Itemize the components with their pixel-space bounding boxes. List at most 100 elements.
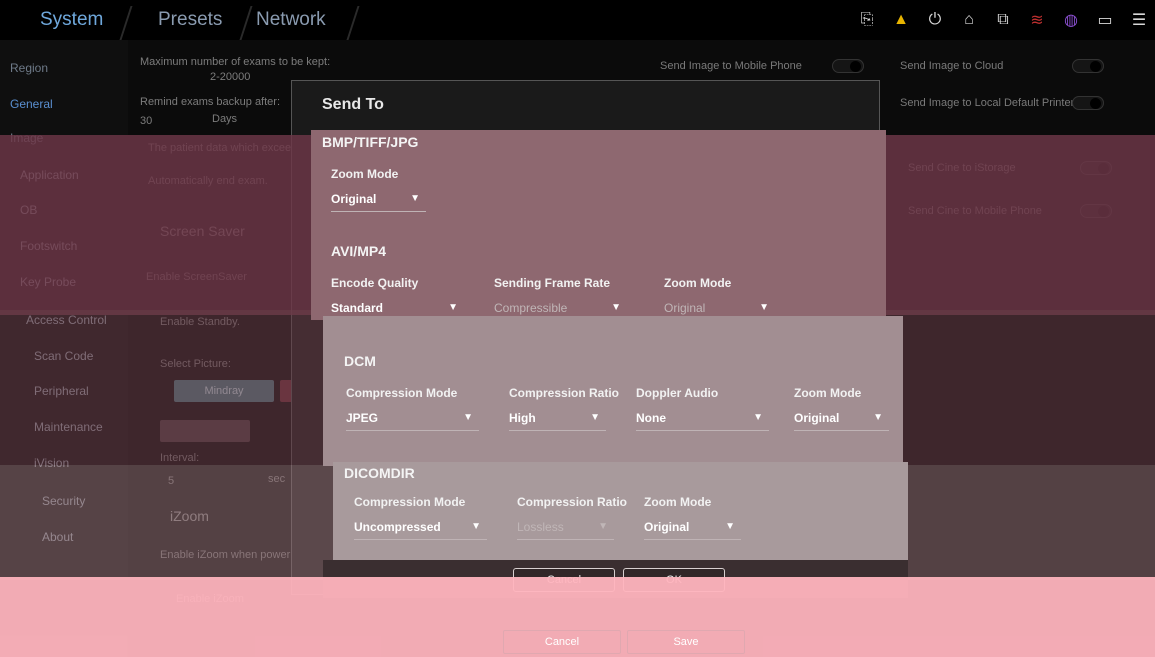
chevron-down-icon: ▼ bbox=[448, 302, 458, 313]
doppler-audio-value: None bbox=[636, 411, 666, 425]
interval-label: Interval: bbox=[160, 452, 200, 464]
dialog-ok-button[interactable]: OK bbox=[623, 568, 725, 592]
dialog-cancel-button[interactable]: Cancel bbox=[513, 568, 615, 592]
dcm-comp-mode-value: JPEG bbox=[346, 411, 379, 425]
tab-network[interactable]: Network bbox=[256, 0, 326, 40]
enable-izoom-label: Enable iZoom bbox=[176, 593, 244, 605]
picture-select-button[interactable] bbox=[160, 420, 250, 442]
dcm-comp-mode-label: Compression Mode bbox=[346, 386, 458, 400]
bmp-group-title: BMP/TIFF/JPG bbox=[322, 134, 419, 150]
tab-divider bbox=[239, 6, 253, 40]
dialog-title: Send To bbox=[322, 96, 384, 113]
remind-backup-input[interactable]: 30 bbox=[140, 115, 152, 127]
interval-input[interactable]: 5 bbox=[168, 475, 174, 487]
tab-system[interactable]: System bbox=[40, 0, 103, 40]
tab-presets[interactable]: Presets bbox=[158, 0, 222, 40]
dicomdir-zoom-label: Zoom Mode bbox=[644, 495, 712, 509]
chevron-down-icon: ▼ bbox=[590, 412, 600, 423]
send-cine-mobile-label: Send Cine to Mobile Phone bbox=[908, 205, 1042, 217]
sidebar-item-peripheral[interactable]: Peripheral bbox=[34, 384, 89, 398]
tray-icon[interactable]: ⎘ bbox=[857, 11, 877, 29]
chevron-down-icon: ▼ bbox=[598, 521, 608, 532]
sidebar-item-security[interactable]: Security bbox=[42, 494, 85, 508]
enable-standby-label: Enable Standby. bbox=[160, 316, 240, 328]
sidebar-item-general[interactable]: General bbox=[10, 97, 53, 111]
send-printer-label: Send Image to Local Default Printer bbox=[900, 97, 1075, 109]
enable-screensaver-label: Enable ScreenSaver bbox=[146, 271, 247, 283]
avi-zoom-value: Original bbox=[664, 301, 706, 315]
sidebar-item-image[interactable]: Image bbox=[10, 131, 43, 145]
dicomdir-comp-ratio-label: Compression Ratio bbox=[517, 495, 628, 509]
avi-group-title: AVI/MP4 bbox=[331, 243, 386, 259]
encode-quality-label: Encode Quality bbox=[331, 276, 419, 290]
wifi-icon[interactable]: ≋ bbox=[1027, 10, 1047, 30]
dcm-comp-ratio-value: High bbox=[509, 411, 536, 425]
send-cloud-label: Send Image to Cloud bbox=[900, 60, 1004, 72]
dcm-comp-ratio-select[interactable]: High ▼ bbox=[509, 409, 606, 431]
sidebar-item-about[interactable]: About bbox=[42, 530, 73, 544]
dicomdir-comp-ratio-select: Lossless ▼ bbox=[517, 518, 614, 540]
menu-icon[interactable]: ☰ bbox=[1129, 10, 1149, 30]
patient-data-note: The patient data which exceed t bbox=[148, 142, 304, 154]
sidebar-item-access-control[interactable]: Access Control bbox=[26, 313, 107, 327]
tab-divider bbox=[346, 6, 360, 40]
sidebar-item-region[interactable]: Region bbox=[10, 61, 48, 75]
globe-icon[interactable]: ◍ bbox=[1061, 10, 1081, 30]
dicomdir-comp-mode-value: Uncompressed bbox=[354, 520, 441, 534]
picture-option-mindray[interactable]: Mindray bbox=[174, 380, 274, 402]
sidebar-item-maintenance[interactable]: Maintenance bbox=[34, 420, 103, 434]
dicomdir-zoom-value: Original bbox=[644, 520, 690, 534]
select-picture-label: Select Picture: bbox=[160, 358, 231, 370]
chevron-down-icon: ▼ bbox=[873, 412, 883, 423]
dicomdir-comp-mode-select[interactable]: Uncompressed ▼ bbox=[354, 518, 487, 540]
chevron-down-icon: ▼ bbox=[753, 412, 763, 423]
auto-end-exam-label: Automatically end exam. bbox=[148, 175, 268, 187]
dcm-comp-mode-select[interactable]: JPEG ▼ bbox=[346, 409, 479, 431]
dicomdir-comp-mode-label: Compression Mode bbox=[354, 495, 466, 509]
max-exams-range: 2-20000 bbox=[210, 71, 251, 83]
frame-rate-value: Compressible bbox=[494, 301, 568, 315]
sidebar-item-footswitch[interactable]: Footswitch bbox=[20, 239, 77, 253]
interval-unit: sec bbox=[268, 473, 286, 485]
frame-rate-label: Sending Frame Rate bbox=[494, 276, 611, 290]
send-cine-mobile-toggle[interactable] bbox=[1080, 204, 1112, 218]
sidebar-item-key-probe[interactable]: Key Probe bbox=[20, 275, 76, 289]
dialog-footer bbox=[323, 560, 908, 598]
dcm-group-title: DCM bbox=[344, 353, 376, 369]
warning-icon[interactable]: ▲ bbox=[891, 11, 911, 29]
page-save-button[interactable]: Save bbox=[627, 630, 745, 654]
network-icon[interactable]: ⧉ bbox=[993, 11, 1013, 29]
status-icon-bar: ⎘ ▲ ⏻ ⌂ ⧉ ≋ ◍ ▭ ☰ bbox=[857, 0, 1149, 40]
doppler-audio-label: Doppler Audio bbox=[636, 386, 719, 400]
avi-zoom-label: Zoom Mode bbox=[664, 276, 732, 290]
dcm-comp-ratio-label: Compression Ratio bbox=[509, 386, 620, 400]
page-cancel-button[interactable]: Cancel bbox=[503, 630, 621, 654]
sidebar-item-scan-code[interactable]: Scan Code bbox=[34, 349, 93, 363]
send-printer-toggle[interactable] bbox=[1072, 96, 1104, 110]
screen-saver-section-title: Screen Saver bbox=[160, 223, 245, 239]
sidebar-item-application[interactable]: Application bbox=[20, 168, 79, 182]
dcm-zoom-label: Zoom Mode bbox=[794, 386, 862, 400]
chevron-down-icon: ▼ bbox=[611, 302, 621, 313]
sidebar-item-ivision[interactable]: iVision bbox=[34, 456, 69, 470]
doppler-audio-select[interactable]: None ▼ bbox=[636, 409, 769, 431]
send-mobile-label: Send Image to Mobile Phone bbox=[660, 60, 802, 72]
sidebar: Region General Image Application OB Foot… bbox=[0, 40, 128, 657]
send-cloud-toggle[interactable] bbox=[1072, 59, 1104, 73]
chevron-down-icon: ▼ bbox=[759, 302, 769, 313]
sidebar-item-ob[interactable]: OB bbox=[20, 203, 37, 217]
chevron-down-icon: ▼ bbox=[410, 193, 420, 204]
dcm-zoom-select[interactable]: Original ▼ bbox=[794, 409, 889, 431]
izoom-section-title: iZoom bbox=[170, 508, 209, 524]
bmp-zoom-select[interactable]: Original ▼ bbox=[331, 190, 426, 212]
dicomdir-zoom-select[interactable]: Original ▼ bbox=[644, 518, 741, 540]
battery-icon[interactable]: ▭ bbox=[1095, 10, 1115, 30]
dicomdir-panel bbox=[333, 462, 908, 562]
send-cine-istorage-toggle[interactable] bbox=[1080, 161, 1112, 175]
top-bar: System Presets Network ⎘ ▲ ⏻ ⌂ ⧉ ≋ ◍ ▭ ☰ bbox=[0, 0, 1155, 40]
send-cine-istorage-label: Send Cine to iStorage bbox=[908, 162, 1016, 174]
send-mobile-toggle[interactable] bbox=[832, 59, 864, 73]
encode-quality-value: Standard bbox=[331, 301, 384, 315]
power-icon[interactable]: ⏻ bbox=[925, 11, 945, 29]
mouse-icon[interactable]: ⌂ bbox=[959, 11, 979, 29]
